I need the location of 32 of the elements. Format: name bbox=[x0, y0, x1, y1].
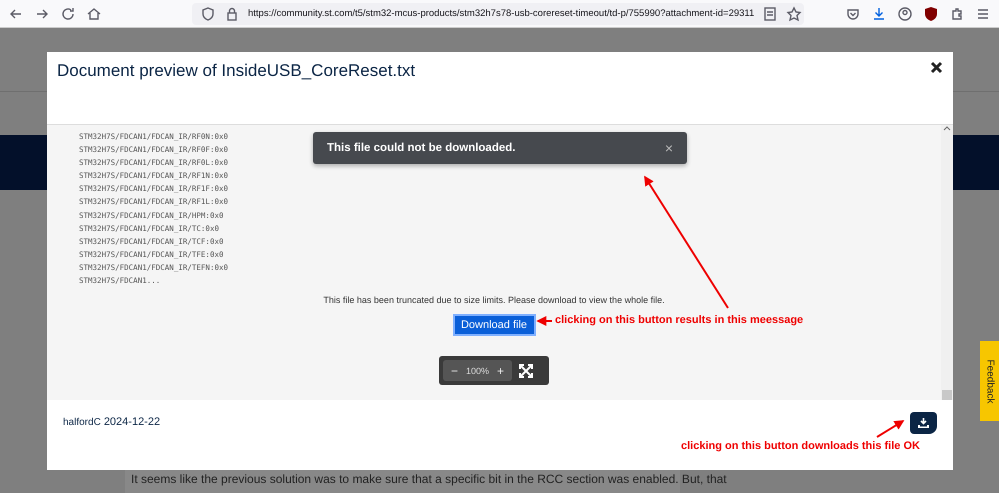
account-icon[interactable] bbox=[897, 6, 913, 22]
zoom-out-button[interactable]: − bbox=[446, 364, 464, 378]
dialog-title: Document preview of InsideUSB_CoreReset.txt bbox=[57, 61, 416, 81]
annotation-arrow bbox=[876, 420, 904, 438]
reader-view-icon[interactable] bbox=[762, 6, 778, 22]
address-bar[interactable]: https://community.st.com/t5/stm32-mcus-products/stm32h7s78-usb-corereset-timeout/td-p/755990?attachment-id=29311 bbox=[192, 2, 804, 24]
annotation-text: clicking on this button downloads this file OK bbox=[681, 440, 920, 452]
scroll-up-icon[interactable] bbox=[943, 125, 951, 131]
truncation-notice: This file has been truncated due to size limits. Please download to view the whole file. bbox=[323, 295, 665, 306]
shield-icon[interactable] bbox=[200, 6, 216, 22]
reload-icon[interactable] bbox=[60, 6, 76, 22]
upload-date: 2024-12-22 bbox=[104, 416, 160, 428]
article-text: It seems like the previous solution was to make sure that a specific bit in the RCC section was enabled. But, that bbox=[131, 472, 727, 486]
toast-message: This file could not be downloaded. bbox=[327, 142, 516, 154]
zoom-reading: 100% bbox=[465, 366, 490, 376]
download-button[interactable] bbox=[910, 412, 937, 434]
annotation-arrow bbox=[536, 316, 552, 326]
annotation-text: clicking on this button results in this meessage bbox=[555, 314, 804, 326]
toast-close-button[interactable]: × bbox=[664, 140, 673, 156]
fullscreen-icon[interactable] bbox=[518, 362, 534, 379]
download-file-button[interactable]: Download file bbox=[452, 314, 536, 336]
scroll-thumb[interactable] bbox=[942, 390, 952, 400]
close-icon[interactable] bbox=[930, 61, 943, 74]
download-icon[interactable] bbox=[871, 6, 887, 22]
shield-extension-icon[interactable] bbox=[923, 6, 939, 22]
home-icon[interactable] bbox=[86, 6, 102, 22]
author-name[interactable]: halfordC bbox=[63, 417, 101, 428]
feedback-tab[interactable]: Feedback bbox=[980, 341, 999, 421]
zoom-in-button[interactable]: + bbox=[492, 364, 510, 378]
download-icon bbox=[918, 418, 929, 428]
url-text: https://community.st.com/t5/stm32-mcus-products/stm32h7s78-usb-corereset-timeout/td-p/755990?attachment-id=29311 bbox=[248, 8, 754, 19]
star-icon[interactable] bbox=[786, 6, 802, 22]
